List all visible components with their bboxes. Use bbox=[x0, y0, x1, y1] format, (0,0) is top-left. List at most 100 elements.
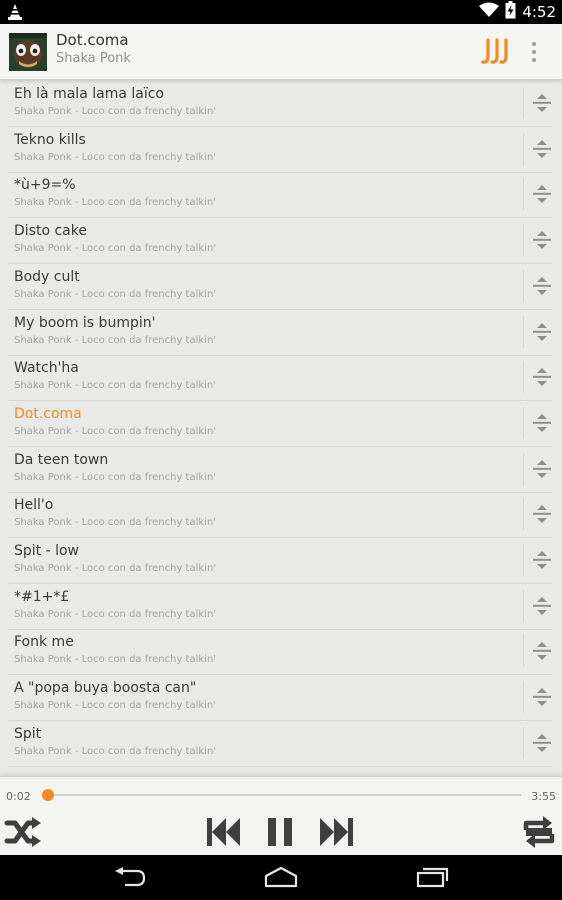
track-subtitle: Shaka Ponk - Loco con da frenchy talkin' bbox=[14, 745, 217, 757]
recent-apps-icon bbox=[416, 867, 449, 888]
track-title: Tekno kills bbox=[14, 131, 86, 148]
track-row[interactable]: *#1+*£ Shaka Ponk - Loco con da frenchy t… bbox=[8, 584, 552, 630]
pause-icon bbox=[268, 818, 292, 846]
overflow-menu-icon bbox=[532, 42, 536, 62]
track-row[interactable]: Body cult Shaka Ponk - Loco con da french… bbox=[8, 264, 552, 310]
reorder-handle[interactable] bbox=[532, 503, 552, 525]
seek-bar-thumb[interactable] bbox=[42, 789, 55, 801]
recent-apps-button[interactable] bbox=[413, 864, 453, 890]
reorder-handle[interactable] bbox=[532, 92, 552, 114]
drag-handle-icon bbox=[533, 596, 551, 615]
previous-button[interactable] bbox=[206, 815, 242, 849]
now-playing-artist: Shaka Ponk bbox=[56, 51, 131, 66]
track-row[interactable]: Fonk me Shaka Ponk - Loco con da frenchy … bbox=[8, 629, 552, 676]
seek-bar[interactable] bbox=[42, 789, 521, 801]
playlist-toggle-button[interactable] bbox=[481, 38, 513, 66]
album-cover[interactable] bbox=[9, 33, 47, 71]
reorder-handle[interactable] bbox=[532, 412, 552, 434]
home-icon bbox=[264, 866, 298, 888]
vlc-player-screen: 4:52 Dot.coma Shaka Ponk Eh là mala lama… bbox=[0, 0, 562, 900]
drag-handle-icon bbox=[533, 276, 551, 295]
home-button[interactable] bbox=[261, 864, 301, 890]
drag-handle-icon bbox=[533, 733, 551, 752]
track-subtitle: Shaka Ponk - Loco con da frenchy talkin' bbox=[14, 700, 217, 712]
track-title: *ù+9=% bbox=[14, 177, 76, 194]
reorder-handle[interactable] bbox=[532, 686, 552, 708]
back-button[interactable] bbox=[110, 864, 150, 890]
track-list[interactable]: Eh là mala lama laïco Shaka Ponk - Loco c… bbox=[0, 81, 562, 776]
elapsed-time: 0:02 bbox=[6, 790, 31, 803]
track-subtitle: Shaka Ponk - Loco con da frenchy talkin' bbox=[14, 471, 217, 483]
track-row[interactable]: *ù+9=% Shaka Ponk - Loco con da frenchy t… bbox=[8, 172, 552, 219]
reorder-handle[interactable] bbox=[532, 229, 552, 251]
track-row[interactable]: Watch'ha Shaka Ponk - Loco con da frenchy… bbox=[8, 355, 552, 402]
reorder-handle[interactable] bbox=[532, 732, 552, 754]
next-icon bbox=[320, 818, 353, 846]
drag-handle-icon bbox=[533, 368, 551, 387]
track-row[interactable]: Hell'o Shaka Ponk - Loco con da frenchy t… bbox=[8, 492, 552, 539]
track-title: Eh là mala lama laïco bbox=[14, 86, 164, 102]
drag-handle-icon bbox=[533, 688, 551, 707]
shuffle-button[interactable] bbox=[4, 815, 42, 849]
vlc-cone-icon bbox=[8, 3, 22, 24]
track-row[interactable]: Spit Shaka Ponk - Loco con da frenchy tal… bbox=[8, 721, 552, 767]
track-row[interactable]: My boom is bumpin' Shaka Ponk - Loco con … bbox=[8, 310, 552, 356]
reorder-handle[interactable] bbox=[532, 275, 552, 297]
track-title: Da teen town bbox=[14, 451, 109, 468]
row-divider bbox=[523, 406, 524, 439]
track-row[interactable]: Tekno kills Shaka Ponk - Loco con da fren… bbox=[8, 127, 552, 173]
now-playing-header[interactable]: Dot.coma Shaka Ponk bbox=[0, 24, 562, 80]
reorder-handle[interactable] bbox=[532, 458, 552, 480]
repeat-button[interactable] bbox=[522, 815, 556, 849]
reorder-handle[interactable] bbox=[532, 183, 552, 205]
track-subtitle: Shaka Ponk - Loco con da frenchy talkin' bbox=[14, 380, 217, 392]
track-row[interactable]: A "popa buya boosta can" Shaka Ponk - Loc… bbox=[8, 675, 552, 722]
track-row[interactable]: Dot.coma Shaka Ponk - Loco con da frenchy… bbox=[8, 401, 552, 447]
row-divider bbox=[523, 452, 524, 485]
track-subtitle: Shaka Ponk - Loco con da frenchy talkin' bbox=[14, 334, 217, 346]
reorder-handle[interactable] bbox=[532, 549, 552, 571]
drag-handle-icon bbox=[533, 322, 551, 341]
now-playing-title: Dot.coma bbox=[56, 31, 129, 49]
track-title: Disto cake bbox=[14, 223, 87, 240]
row-divider bbox=[523, 361, 524, 394]
track-title: Body cult bbox=[14, 268, 80, 285]
battery-charging-icon bbox=[505, 1, 516, 23]
track-title: Watch'ha bbox=[14, 360, 79, 377]
repeat-icon bbox=[523, 816, 555, 848]
drag-handle-icon bbox=[533, 642, 551, 661]
reorder-handle[interactable] bbox=[532, 321, 552, 343]
track-row[interactable]: Spit - low Shaka Ponk - Loco con da frenc… bbox=[8, 538, 552, 584]
track-row-partial[interactable] bbox=[8, 767, 552, 777]
row-divider bbox=[523, 224, 524, 257]
track-title: Spit bbox=[14, 725, 42, 742]
next-button[interactable] bbox=[318, 815, 354, 849]
shuffle-icon bbox=[4, 817, 41, 847]
row-divider bbox=[523, 589, 524, 622]
drag-handle-icon bbox=[533, 139, 551, 158]
overflow-menu-button[interactable] bbox=[526, 38, 542, 66]
reorder-handle[interactable] bbox=[532, 640, 552, 662]
track-row[interactable]: Da teen town Shaka Ponk - Loco con da fre… bbox=[8, 447, 552, 493]
track-row[interactable]: Eh là mala lama laïco Shaka Ponk - Loco c… bbox=[8, 81, 552, 127]
total-time: 3:55 bbox=[531, 790, 556, 803]
track-subtitle: Shaka Ponk - Loco con da frenchy talkin' bbox=[14, 654, 217, 666]
track-subtitle: Shaka Ponk - Loco con da frenchy talkin' bbox=[14, 243, 217, 255]
pause-button[interactable] bbox=[266, 815, 294, 849]
row-divider bbox=[523, 681, 524, 714]
reorder-handle[interactable] bbox=[532, 366, 552, 388]
drag-handle-icon bbox=[533, 459, 551, 478]
track-subtitle: Shaka Ponk - Loco con da frenchy talkin' bbox=[14, 288, 217, 300]
track-row[interactable]: Disto cake Shaka Ponk - Loco con da frenc… bbox=[8, 218, 552, 265]
track-subtitle: Shaka Ponk - Loco con da frenchy talkin' bbox=[14, 106, 217, 117]
row-divider bbox=[523, 726, 524, 759]
track-title: My boom is bumpin' bbox=[14, 314, 156, 331]
reorder-handle[interactable] bbox=[532, 595, 552, 617]
track-subtitle: Shaka Ponk - Loco con da frenchy talkin' bbox=[14, 563, 217, 574]
reorder-handle[interactable] bbox=[532, 138, 552, 160]
row-divider bbox=[523, 544, 524, 576]
back-icon bbox=[115, 867, 146, 887]
track-subtitle: Shaka Ponk - Loco con da frenchy talkin' bbox=[14, 517, 217, 529]
row-divider bbox=[523, 315, 524, 348]
track-subtitle: Shaka Ponk - Loco con da frenchy talkin' bbox=[14, 197, 217, 209]
